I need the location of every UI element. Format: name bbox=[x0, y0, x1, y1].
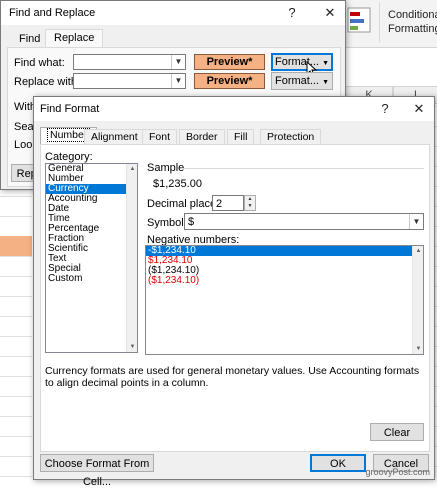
scroll-down-icon[interactable]: ▼ bbox=[413, 344, 423, 354]
replace-with-input[interactable]: ▼ bbox=[73, 73, 186, 89]
find-format-button[interactable]: Format... ▼ bbox=[271, 53, 333, 71]
find-what-label: Find what: bbox=[14, 57, 65, 69]
close-icon[interactable]: ✕ bbox=[319, 4, 341, 22]
tab-border[interactable]: Border bbox=[179, 129, 225, 144]
negative-numbers-scrollbar[interactable]: ▲ ▼ bbox=[412, 246, 423, 354]
highlighted-cell[interactable] bbox=[0, 236, 32, 256]
scroll-up-icon[interactable]: ▲ bbox=[413, 246, 423, 256]
symbol-label: Symbol: bbox=[147, 217, 187, 229]
tab-font[interactable]: Font bbox=[142, 129, 178, 144]
clear-button-label: Clear bbox=[383, 427, 411, 439]
ok-button[interactable]: OK bbox=[310, 454, 366, 472]
replace-preview: Preview* bbox=[194, 73, 265, 89]
replace-format-button[interactable]: Format... ▼ bbox=[271, 72, 333, 90]
replace-with-dropdown-icon[interactable]: ▼ bbox=[171, 74, 185, 88]
tab-alignment[interactable]: Alignment bbox=[84, 129, 145, 144]
tab-font-label: Font bbox=[149, 131, 171, 143]
category-items: General Number Currency Accounting Date Time P… bbox=[46, 164, 137, 284]
negative-number-items: -$1,234.10 $1,234.10 ($1,234.10) ($1,234.10… bbox=[146, 246, 423, 286]
find-format-title: Find Format bbox=[40, 103, 100, 115]
scroll-down-icon[interactable]: ▼ bbox=[127, 342, 137, 352]
find-replace-titlebar: Find and Replace ? ✕ bbox=[1, 1, 345, 25]
choose-format-label: Choose Format From Cell... bbox=[44, 458, 150, 488]
find-format-titlebar: Find Format ? ✕ bbox=[34, 97, 434, 121]
tab-protection-label: Protection bbox=[267, 131, 315, 143]
tab-alignment-label: Alignment bbox=[91, 131, 138, 143]
tab-replace-label: Replace bbox=[54, 32, 95, 44]
chevron-down-icon: ▼ bbox=[322, 79, 329, 86]
category-label: Category: bbox=[45, 151, 93, 163]
tab-fill-label: Fill bbox=[234, 131, 248, 143]
decimal-places-input[interactable]: 2 bbox=[212, 195, 244, 211]
spin-up-icon[interactable]: ▲ bbox=[245, 196, 255, 203]
conditional-formatting-button[interactable]: Conditional Formatting bbox=[388, 8, 437, 36]
replace-with-label: Replace with: bbox=[14, 76, 81, 88]
chevron-down-icon: ▼ bbox=[322, 60, 329, 67]
tab-replace[interactable]: Replace bbox=[45, 29, 104, 48]
find-what-dropdown-icon[interactable]: ▼ bbox=[171, 55, 185, 69]
replace-format-label: Format... bbox=[274, 75, 319, 87]
category-item[interactable]: Custom bbox=[46, 274, 137, 284]
negative-number-item[interactable]: ($1,234.10) bbox=[146, 276, 423, 286]
decimal-places-spinner[interactable]: ▲ ▼ bbox=[244, 195, 256, 211]
category-scrollbar[interactable]: ▲ ▼ bbox=[126, 164, 137, 352]
sample-value: $1,235.00 bbox=[153, 178, 202, 190]
tab-border-label: Border bbox=[186, 131, 218, 143]
sample-label: Sample bbox=[147, 162, 185, 174]
find-format-dialog: Find Format ? ✕ Number Alignment Font Bo… bbox=[33, 96, 435, 488]
find-preview: Preview* bbox=[194, 54, 265, 70]
find-what-input[interactable]: ▼ bbox=[73, 54, 186, 70]
negative-numbers-list[interactable]: -$1,234.10 $1,234.10 ($1,234.10) ($1,234.10… bbox=[145, 245, 424, 355]
watermark: groovyPost.com bbox=[365, 467, 430, 477]
scroll-up-icon[interactable]: ▲ bbox=[127, 164, 137, 174]
ribbon-separator bbox=[379, 2, 380, 42]
choose-format-from-cell-button[interactable]: Choose Format From Cell... bbox=[40, 454, 154, 488]
category-list[interactable]: General Number Currency Accounting Date Time P… bbox=[45, 163, 138, 353]
clear-button[interactable]: Clear bbox=[370, 423, 424, 441]
tab-protection[interactable]: Protection bbox=[260, 129, 322, 144]
tab-fill[interactable]: Fill bbox=[227, 129, 255, 144]
tab-find-label: Find bbox=[19, 33, 41, 45]
ok-button-label: OK bbox=[330, 458, 346, 470]
find-replace-title: Find and Replace bbox=[9, 7, 96, 19]
spin-down-icon[interactable]: ▼ bbox=[245, 203, 255, 210]
format-description: Currency formats are used for general mo… bbox=[45, 365, 420, 389]
help-icon[interactable]: ? bbox=[281, 4, 303, 22]
sample-group-line bbox=[181, 168, 424, 169]
symbol-dropdown-icon[interactable]: ▼ bbox=[409, 214, 423, 229]
symbol-value: $ bbox=[188, 216, 195, 228]
tab-find[interactable]: Find bbox=[11, 31, 48, 48]
help-icon[interactable]: ? bbox=[374, 100, 396, 118]
conditional-formatting-icon[interactable] bbox=[346, 4, 374, 36]
symbol-select[interactable]: $ ▼ bbox=[184, 213, 424, 230]
close-icon[interactable]: ✕ bbox=[408, 100, 430, 118]
decimal-places-value: 2 bbox=[216, 198, 223, 210]
